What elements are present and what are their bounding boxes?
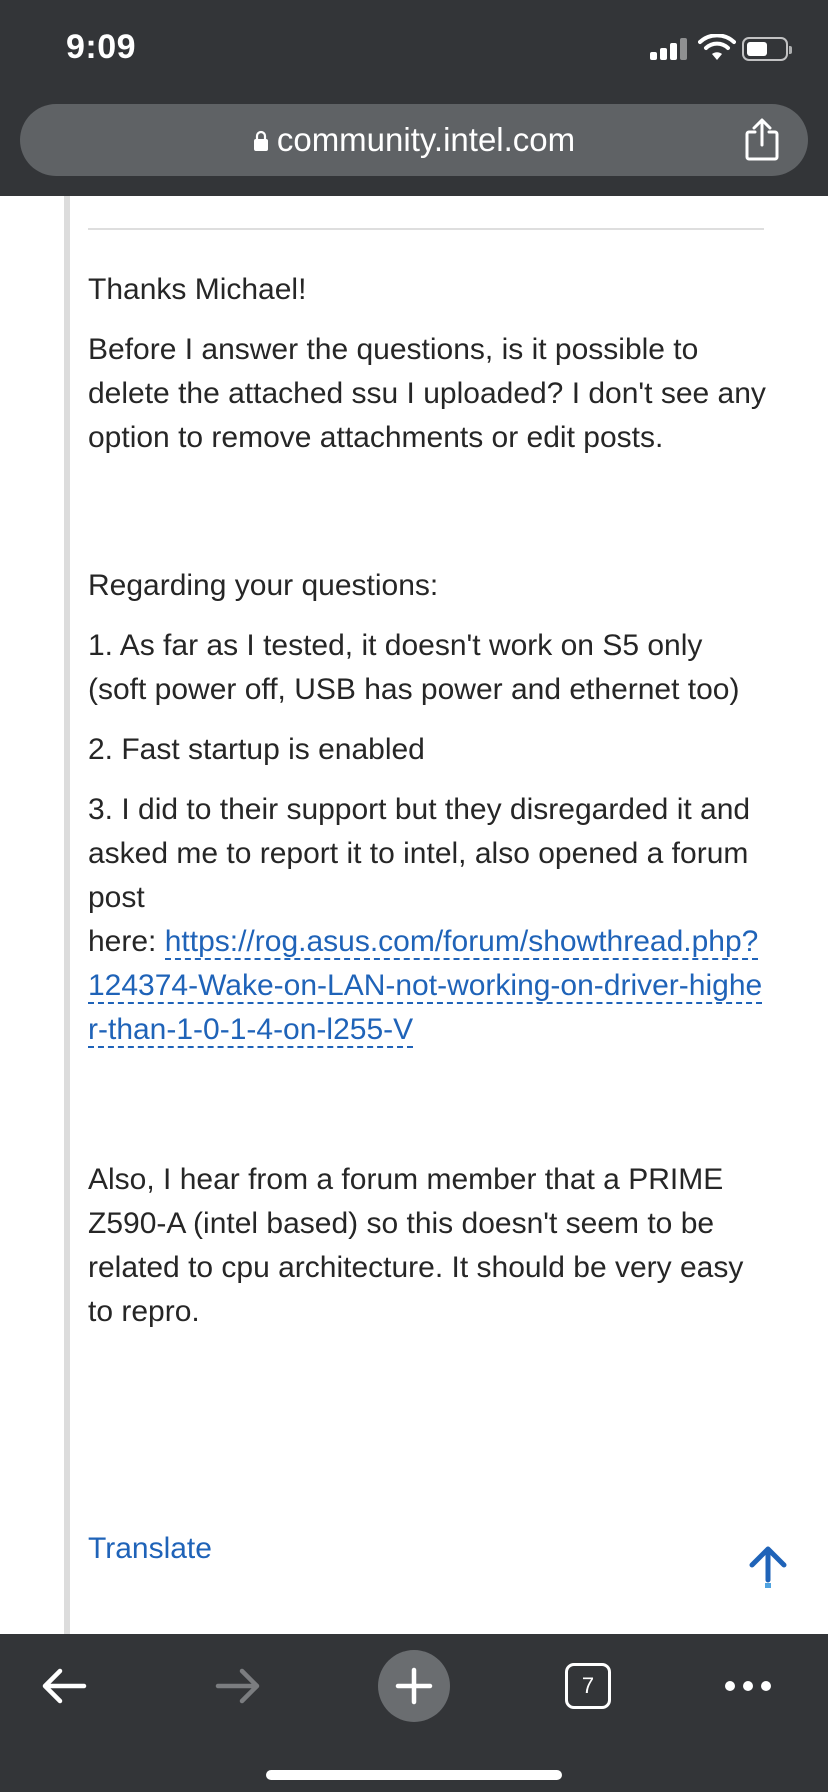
forward-button[interactable] xyxy=(202,1650,274,1722)
cellular-signal-icon xyxy=(650,38,690,60)
arrow-right-icon xyxy=(215,1668,260,1704)
status-time: 9:09 xyxy=(66,28,137,66)
post-greeting: Thanks Michael! xyxy=(88,273,307,306)
url-text: community.intel.com xyxy=(276,121,576,158)
browser-bottom-toolbar: 7 xyxy=(0,1634,828,1792)
translate-link[interactable]: Translate xyxy=(88,1532,212,1566)
post-answer-3-text: 3. I did to their support but they disre… xyxy=(88,793,751,914)
arrow-left-icon xyxy=(42,1668,87,1704)
forum-thread-link[interactable]: https://rog.asus.com/forum/showthread.ph… xyxy=(88,925,763,1048)
post-answer-3-here: here: xyxy=(88,925,165,958)
more-button[interactable] xyxy=(712,1650,784,1722)
arrow-up-icon[interactable] xyxy=(746,1544,790,1590)
back-button[interactable] xyxy=(28,1650,100,1722)
browser-top-bar: 9:09 community.intel.com xyxy=(0,0,828,196)
app-root: 9:09 community.intel.com Thanks Michael!… xyxy=(0,0,828,1792)
post-answer-2: 2. Fast startup is enabled xyxy=(88,733,425,766)
post-closing: Also, I hear from a forum member that a … xyxy=(88,1163,744,1328)
post-paragraph: Before I answer the questions, is it pos… xyxy=(88,333,766,454)
battery-icon xyxy=(742,37,792,61)
post-divider xyxy=(88,228,764,230)
wifi-icon xyxy=(698,34,736,60)
share-icon[interactable] xyxy=(742,118,782,162)
tabs-icon: 7 xyxy=(565,1663,611,1709)
post-answer-1: 1. As far as I tested, it doesn't work o… xyxy=(88,629,740,706)
thread-indent-bar xyxy=(64,196,70,1634)
post-answer-3: 3. I did to their support but they disre… xyxy=(88,788,768,1052)
post-questions-intro: Regarding your questions: xyxy=(88,569,439,602)
tabs-button[interactable]: 7 xyxy=(552,1650,624,1722)
address-bar[interactable]: community.intel.com xyxy=(20,104,808,176)
lock-icon xyxy=(253,130,268,151)
more-dots-icon xyxy=(725,1681,771,1691)
plus-icon xyxy=(395,1667,433,1705)
page-content: Thanks Michael! Before I answer the ques… xyxy=(0,196,828,1634)
new-tab-button[interactable] xyxy=(378,1650,450,1722)
home-indicator xyxy=(266,1770,562,1780)
post-body: Thanks Michael! Before I answer the ques… xyxy=(88,268,768,1350)
